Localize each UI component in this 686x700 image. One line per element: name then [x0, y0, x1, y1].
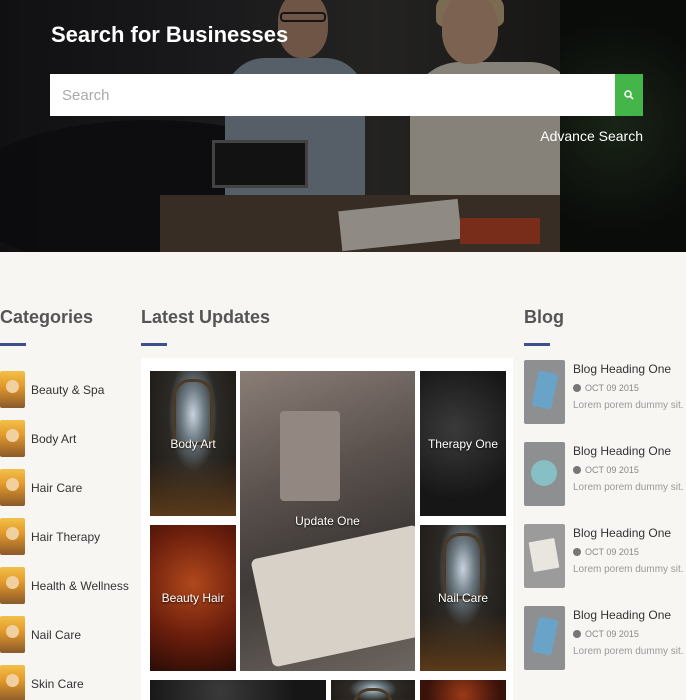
- update-tile[interactable]: Nail Care: [420, 525, 506, 671]
- category-label: Health & Wellness: [31, 578, 129, 593]
- blog-date-text: OCT 09 2015: [585, 547, 639, 557]
- categories-underline: [0, 343, 26, 346]
- update-tile[interactable]: Beauty Hair: [150, 525, 236, 671]
- search-bar: [50, 74, 643, 116]
- hero-banner: Search for Businesses Advance Search: [0, 0, 686, 252]
- blog-heading[interactable]: Blog Heading One: [573, 444, 671, 458]
- blog-date: OCT 09 2015: [573, 383, 639, 393]
- blog-thumbnail: [524, 524, 565, 588]
- updates-underline: [141, 343, 167, 346]
- blog-title: Blog: [524, 307, 564, 327]
- category-item[interactable]: Body Art: [0, 414, 130, 463]
- categories-title: Categories: [0, 307, 94, 327]
- category-item[interactable]: Health & Wellness: [0, 561, 130, 610]
- update-tile[interactable]: Body Art: [150, 371, 236, 516]
- advance-search-link[interactable]: Advance Search: [540, 128, 643, 144]
- search-input[interactable]: [50, 74, 615, 116]
- category-thumbnail: [0, 616, 25, 653]
- update-tile[interactable]: [150, 680, 326, 700]
- search-icon: [624, 90, 634, 100]
- clock-icon: [573, 466, 581, 474]
- category-thumbnail: [0, 518, 25, 555]
- update-tile[interactable]: Therapy One: [420, 371, 506, 516]
- category-thumbnail: [0, 469, 25, 506]
- hero-title: Search for Businesses: [51, 22, 289, 47]
- tile-label: Beauty Hair: [161, 591, 225, 605]
- category-label: Skin Care: [31, 676, 84, 691]
- blog-thumbnail: [524, 442, 565, 506]
- update-tile[interactable]: Update One: [240, 371, 415, 671]
- blog-heading[interactable]: Blog Heading One: [573, 362, 671, 376]
- blog-heading[interactable]: Blog Heading One: [573, 608, 671, 622]
- tile-label: Therapy One: [427, 436, 499, 451]
- blog-date-text: OCT 09 2015: [585, 629, 639, 639]
- category-label: Hair Therapy: [31, 529, 101, 544]
- tile-label: Nail Care: [437, 591, 488, 605]
- blog-excerpt: Lorem porem dummy sit.: [573, 482, 684, 493]
- update-tile[interactable]: [420, 680, 506, 700]
- category-thumbnail: [0, 665, 25, 700]
- blog-thumbnail: [524, 360, 565, 424]
- blog-date-text: OCT 09 2015: [585, 465, 639, 475]
- category-thumbnail: [0, 371, 25, 408]
- category-thumbnail: [0, 420, 25, 457]
- updates-gallery: Body Art Update One Therapy One Beauty H…: [141, 358, 513, 700]
- clock-icon: [573, 384, 581, 392]
- blog-post[interactable]: Blog Heading One OCT 09 2015 Lorem porem…: [524, 360, 686, 424]
- category-label: Nail Care: [31, 627, 82, 642]
- update-tile[interactable]: [331, 680, 415, 700]
- blog-date: OCT 09 2015: [573, 629, 639, 639]
- category-label: Body Art: [31, 431, 77, 446]
- blog-underline: [524, 343, 550, 346]
- blog-excerpt: Lorem porem dummy sit.: [573, 400, 684, 411]
- clock-icon: [573, 630, 581, 638]
- category-label: Hair Care: [31, 480, 83, 495]
- category-item[interactable]: Hair Therapy: [0, 512, 130, 561]
- blog-excerpt: Lorem porem dummy sit.: [573, 564, 684, 575]
- category-thumbnail: [0, 567, 25, 604]
- blog-post[interactable]: Blog Heading One OCT 09 2015 Lorem porem…: [524, 442, 686, 506]
- blog-heading[interactable]: Blog Heading One: [573, 526, 671, 540]
- tile-label: Update One: [295, 514, 360, 528]
- blog-date: OCT 09 2015: [573, 547, 639, 557]
- blog-post[interactable]: Blog Heading One OCT 09 2015 Lorem porem…: [524, 606, 686, 670]
- tile-label: Body Art: [170, 436, 216, 451]
- blog-post[interactable]: Blog Heading One OCT 09 2015 Lorem porem…: [524, 524, 686, 588]
- category-item[interactable]: Skin Care: [0, 659, 130, 700]
- category-item[interactable]: Hair Care: [0, 463, 130, 512]
- category-list: Beauty & Spa Body Art Hair Care Hair The…: [0, 365, 130, 700]
- blog-date: OCT 09 2015: [573, 465, 639, 475]
- category-item[interactable]: Nail Care: [0, 610, 130, 659]
- blog-thumbnail: [524, 606, 565, 670]
- category-label: Beauty & Spa: [31, 382, 105, 397]
- updates-title: Latest Updates: [141, 307, 271, 327]
- blog-excerpt: Lorem porem dummy sit.: [573, 646, 684, 657]
- search-button[interactable]: [615, 74, 643, 116]
- clock-icon: [573, 548, 581, 556]
- category-item[interactable]: Beauty & Spa: [0, 365, 130, 414]
- blog-date-text: OCT 09 2015: [585, 383, 639, 393]
